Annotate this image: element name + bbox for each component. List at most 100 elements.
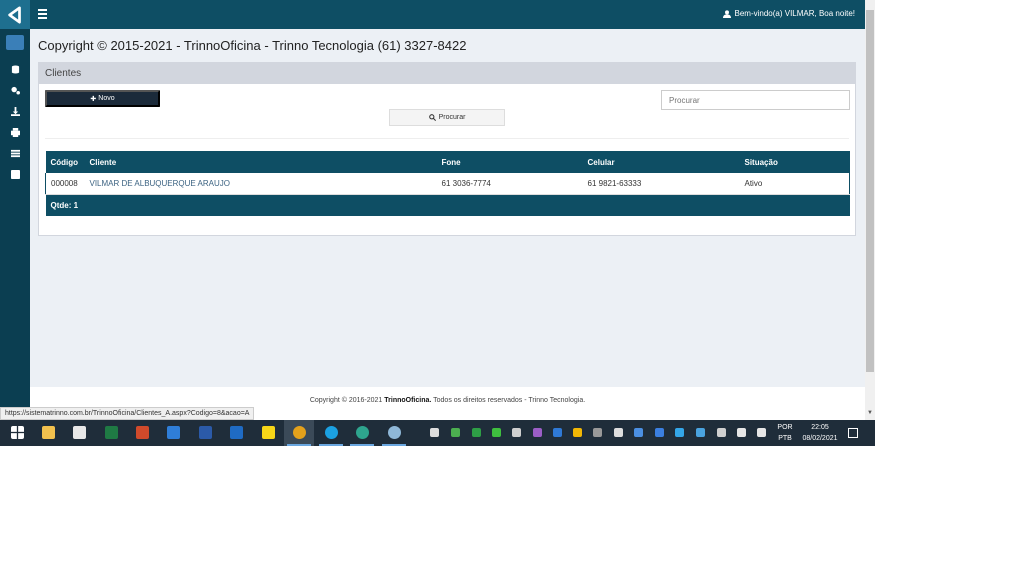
database-icon[interactable] (8, 63, 22, 75)
tray-purple-icon[interactable] (533, 428, 542, 437)
tray-app-icon[interactable] (430, 428, 439, 437)
tray-drive-icon[interactable] (451, 428, 460, 437)
header-situacao[interactable]: Situação (739, 151, 850, 173)
menu-toggle-icon[interactable] (38, 9, 47, 19)
header-codigo[interactable]: Código (45, 151, 85, 173)
taskbar-paint[interactable] (379, 420, 409, 446)
tray-dropbox-icon[interactable] (634, 428, 643, 437)
taskbar-chrome[interactable] (284, 420, 314, 446)
search-button-label: Procurar (438, 114, 466, 121)
table-row[interactable]: 000008 VILMAR DE ALBUQUERQUE ARAUJO 61 3… (45, 173, 850, 195)
lang-bottom: PTB (778, 435, 792, 442)
tray-calendar-icon[interactable] (553, 428, 562, 437)
tray-audio-icon[interactable] (593, 428, 602, 437)
status-bar-url: https://sistematrinno.com.br/TrinnoOfici… (0, 407, 255, 420)
avatar[interactable] (6, 35, 24, 50)
header-celular[interactable]: Celular (582, 151, 740, 173)
lang-top: POR (777, 424, 793, 431)
table-header-row: Código Cliente Fone Celular Situação (45, 151, 850, 173)
taskbar-word[interactable] (190, 420, 220, 446)
cell-codigo: 000008 (45, 173, 85, 195)
footer-suffix: Todos os direitos reservados - Trinno Te… (431, 397, 586, 404)
store-icon (73, 426, 86, 439)
welcome-text: Bem-vindo(a) VILMAR, Boa noite! (734, 9, 856, 18)
mail-icon (167, 426, 180, 439)
outlook-icon (230, 426, 243, 439)
download-icon[interactable] (8, 105, 22, 117)
taskbar-mail[interactable] (158, 420, 188, 446)
logo-icon (8, 5, 21, 24)
scrollbar[interactable]: ▼ (865, 0, 875, 420)
table-footer-row: Qtde: 1 (45, 194, 850, 216)
search-button[interactable]: Procurar (389, 109, 505, 126)
browser-viewport: Bem-vindo(a) VILMAR, Boa noite! ▼ Copyri… (0, 0, 875, 446)
clock-date: 08/02/2021 (802, 435, 838, 442)
plus-icon: ✚ (90, 95, 97, 103)
battery-icon[interactable] (737, 428, 746, 437)
cell-celular: 61 9821-63333 (582, 173, 740, 195)
taskbar-excel[interactable] (96, 420, 126, 446)
volume-icon[interactable] (757, 428, 766, 437)
app-logo[interactable] (0, 0, 30, 29)
taskbar: POR PTB 22:05 08/02/2021 (0, 420, 875, 446)
footer-brand: TrinnoOficina. (384, 397, 432, 404)
tray-network-app-icon[interactable] (696, 428, 705, 437)
cell-situacao: Ativo (739, 173, 850, 195)
excel-icon (105, 426, 118, 439)
taskbar-sticky-notes[interactable] (253, 420, 283, 446)
edge-icon (356, 426, 369, 439)
language-indicator[interactable]: POR PTB (775, 422, 795, 444)
divider (45, 138, 849, 139)
tray-screen-icon[interactable] (614, 428, 623, 437)
print-icon[interactable] (8, 126, 22, 138)
taskbar-explorer[interactable] (33, 420, 63, 446)
wifi-icon[interactable] (717, 428, 726, 437)
new-client-button[interactable]: ✚ Novo (45, 90, 160, 107)
new-button-label: Novo (98, 95, 115, 102)
header-fone[interactable]: Fone (436, 151, 583, 173)
bluetooth-icon[interactable] (655, 428, 664, 437)
panel-header: Clientes (39, 63, 855, 84)
cell-fone: 61 3036-7774 (436, 173, 583, 195)
tray-security-icon[interactable] (492, 428, 501, 437)
gears-icon[interactable] (8, 84, 22, 96)
footer-prefix: Copyright © 2016-2021 (309, 397, 385, 404)
search-input[interactable] (661, 90, 850, 110)
tray-lock-icon[interactable] (573, 428, 582, 437)
taskbar-outlook[interactable] (221, 420, 251, 446)
start-button[interactable] (2, 420, 32, 446)
tray-teamviewer-icon[interactable] (675, 428, 684, 437)
user-greeting[interactable]: Bem-vindo(a) VILMAR, Boa noite! (722, 9, 856, 18)
taskbar-store[interactable] (64, 420, 94, 446)
sticky-notes-icon (262, 426, 275, 439)
folder-icon (42, 426, 55, 439)
taskbar-edge[interactable] (347, 420, 377, 446)
scroll-thumb[interactable] (866, 10, 874, 372)
user-icon (722, 9, 731, 18)
chrome-icon (293, 426, 306, 439)
taskbar-clock[interactable]: 22:05 08/02/2021 (798, 422, 842, 444)
header-cliente[interactable]: Cliente (84, 151, 437, 173)
skype-icon (325, 426, 338, 439)
notification-icon[interactable] (848, 428, 858, 438)
scroll-down-icon[interactable]: ▼ (867, 410, 873, 416)
tray-shield-icon[interactable] (472, 428, 481, 437)
topbar: Bem-vindo(a) VILMAR, Boa noite! (30, 0, 865, 29)
clients-panel: Clientes ✚ Novo Procurar Código Cliente … (38, 62, 856, 236)
paint-icon (388, 426, 401, 439)
clients-table: Código Cliente Fone Celular Situação 000… (45, 151, 850, 216)
search-icon (428, 114, 436, 121)
list-icon[interactable] (8, 147, 22, 159)
taskbar-powerpoint[interactable] (127, 420, 157, 446)
clock-time: 22:05 (811, 424, 829, 431)
cell-cliente-link[interactable]: VILMAR DE ALBUQUERQUE ARAUJO (84, 173, 437, 195)
report-icon[interactable] (8, 168, 22, 180)
sidebar (0, 0, 30, 420)
windows-icon (11, 426, 24, 439)
taskbar-skype[interactable] (316, 420, 346, 446)
tray-defender-icon[interactable] (512, 428, 521, 437)
page-title: Copyright © 2015-2021 - TrinnoOficina - … (38, 38, 467, 53)
row-count: Qtde: 1 (45, 194, 850, 216)
word-icon (199, 426, 212, 439)
powerpoint-icon (136, 426, 149, 439)
